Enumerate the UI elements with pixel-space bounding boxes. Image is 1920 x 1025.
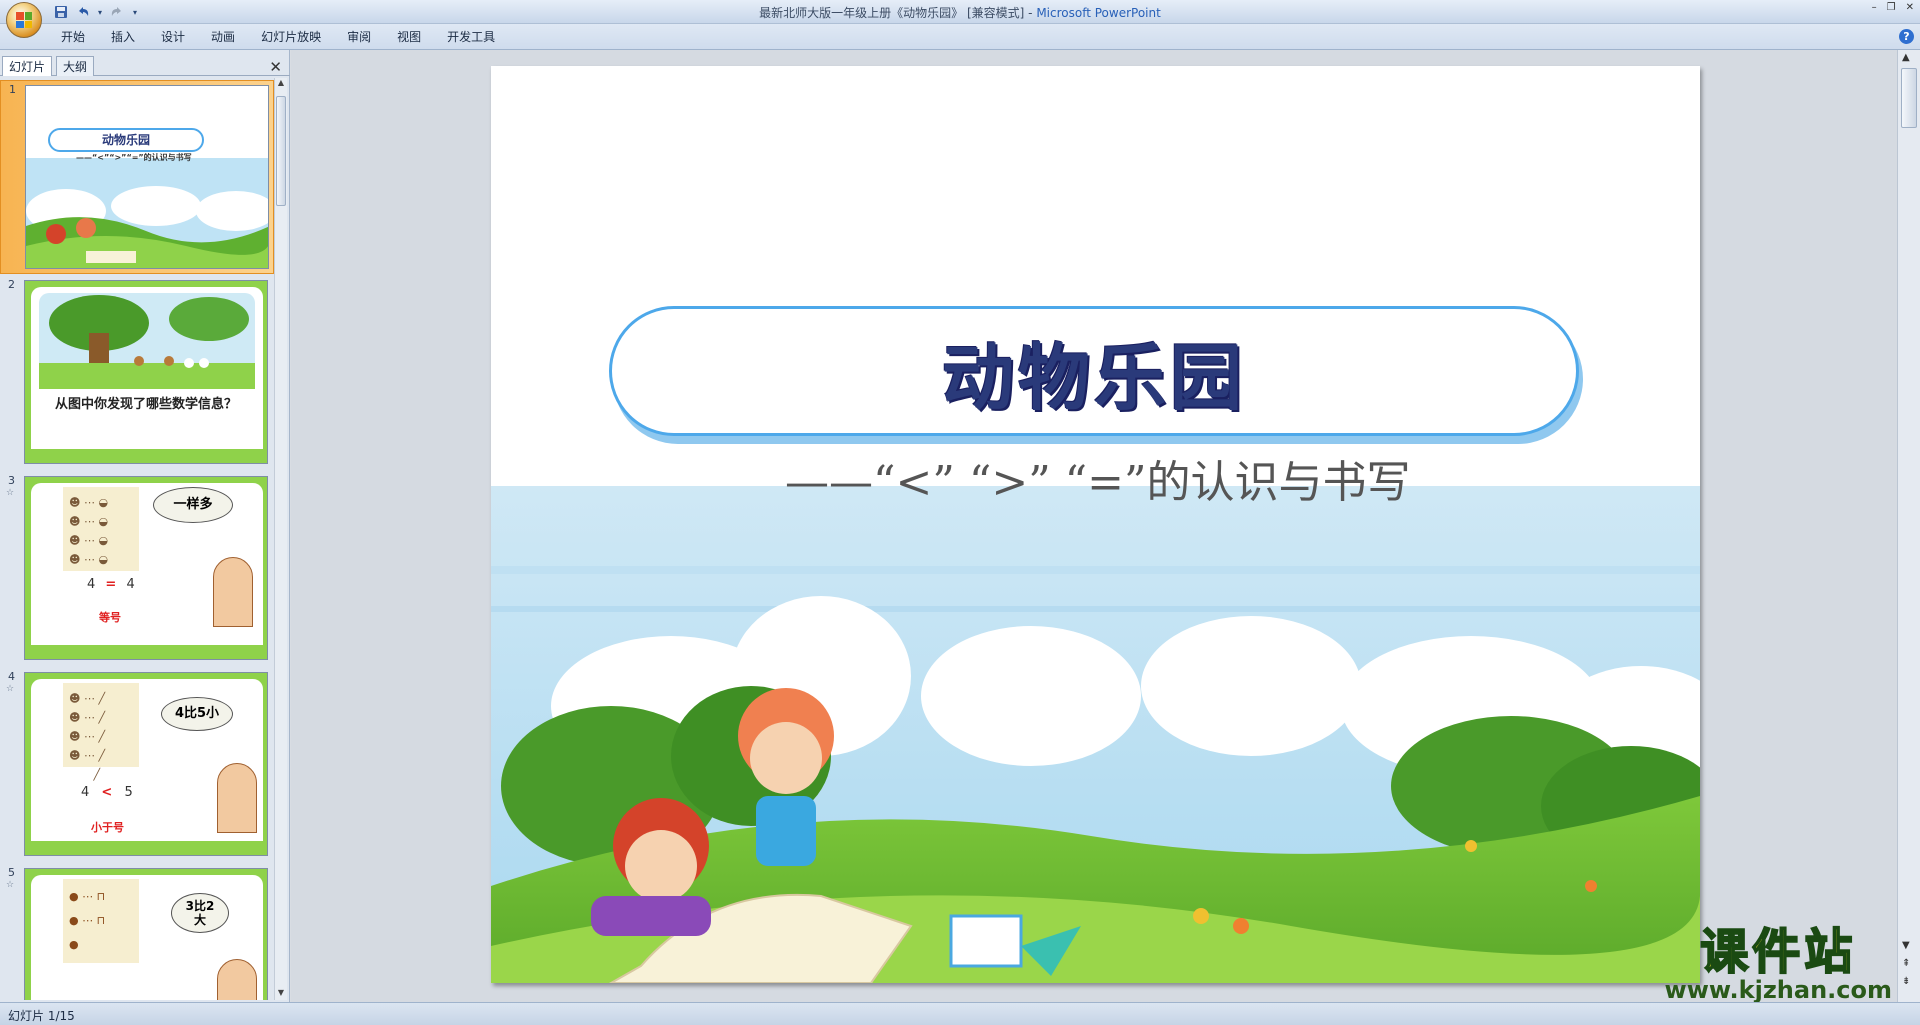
animation-star-icon: ☆	[6, 684, 15, 694]
forest-scene-art	[39, 293, 255, 389]
rabbit-basket-rows: ☻ ⋯ ◒ ☻ ⋯ ◒ ☻ ⋯ ◒ ☻ ⋯ ◒	[69, 496, 109, 566]
minimize-button[interactable]: –	[1872, 2, 1877, 13]
tab-insert[interactable]: 插入	[98, 28, 148, 46]
thought-bubble: 4比5小	[161, 697, 233, 731]
slide-2-preview: 从图中你发现了哪些数学信息？	[24, 280, 268, 464]
tab-developer[interactable]: 开发工具	[434, 28, 508, 46]
rabbit-carrot-rows: ☻ ⋯ ╱ ☻ ⋯ ╱ ☻ ⋯ ╱ ☻ ⋯ ╱ ╱	[69, 692, 106, 781]
tab-home[interactable]: 开始	[48, 28, 98, 46]
thumbnails-scrollbar[interactable]: ▲ ▼	[274, 78, 287, 1000]
next-slide-icon[interactable]: ⇟	[1902, 976, 1910, 987]
window-title: 最新北师大版一年级上册《动物乐园》 [兼容模式] - Microsoft Pow…	[759, 6, 1161, 20]
scroll-up-icon[interactable]: ▲	[275, 78, 287, 90]
scrollbar-thumb[interactable]	[276, 96, 286, 206]
compare-sign: =	[105, 577, 117, 592]
tab-slideshow[interactable]: 幻灯片放映	[248, 28, 334, 46]
mini-title: 动物乐园	[48, 128, 204, 152]
compare-right: 5	[124, 785, 133, 800]
window-controls: – ❐ ✕	[1872, 2, 1914, 13]
slide-5-preview: ● ⋯ ⊓ ● ⋯ ⊓ ● 3比2大	[24, 868, 268, 1000]
comparison: 4 < 5	[81, 785, 133, 800]
comparison: 4 = 4	[87, 577, 135, 592]
restore-button[interactable]: ❐	[1887, 2, 1896, 13]
slide-1-preview: 动物乐园 ——“<”“>”“=”的认识与书写	[25, 85, 269, 269]
ribbon-tabs: 开始 插入 设计 动画 幻灯片放映 审阅 视图 开发工具	[48, 28, 508, 46]
slide-background-art	[491, 486, 1700, 983]
current-slide[interactable]: 动物乐园 ——“<” “>” “=”的认识与书写	[491, 66, 1700, 983]
slides-pane: 幻灯片 大纲 ✕ 1 动物乐园 ——“<”“>”“=”的认识与书写 2 从图中你…	[0, 50, 290, 1002]
compare-left: 4	[87, 577, 96, 592]
slide-editor: 动物乐园 ——“<” “>” “=”的认识与书写	[291, 50, 1897, 1002]
slide-2-caption: 从图中你发现了哪些数学信息？	[55, 397, 238, 412]
mini-subtitle: ——“<”“>”“=”的认识与书写	[76, 153, 192, 162]
compare-sign: <	[101, 785, 113, 800]
slide-thumbnail-5[interactable]: 5 ☆ ● ⋯ ⊓ ● ⋯ ⊓ ● 3比2大	[0, 864, 274, 1000]
tab-animations[interactable]: 动画	[198, 28, 248, 46]
help-icon[interactable]: ?	[1899, 29, 1914, 44]
boy-character	[217, 763, 257, 833]
compare-left: 4	[81, 785, 90, 800]
slide-thumbnail-1[interactable]: 1 动物乐园 ——“<”“>”“=”的认识与书写	[0, 80, 274, 274]
slide-thumbnails: 1 动物乐园 ——“<”“>”“=”的认识与书写 2 从图中你发现了哪些数学信息…	[0, 78, 274, 1000]
slide-number: 1	[9, 83, 16, 96]
watermark-logo: 课件站 www.kjzhan.com	[1664, 924, 1892, 1004]
scroll-up-icon[interactable]: ▲	[1902, 52, 1910, 63]
slide-title: 动物乐园	[941, 335, 1246, 420]
editor-scrollbar[interactable]: ▲ ▼ ⇞ ⇟	[1897, 50, 1920, 1002]
scroll-down-icon[interactable]: ▼	[275, 988, 287, 1000]
thought-bubble: 3比2大	[171, 893, 229, 933]
tab-view[interactable]: 视图	[384, 28, 434, 46]
boy-character	[217, 959, 257, 1000]
slide-1-art	[26, 158, 268, 268]
editor-scrollbar-thumb[interactable]	[1901, 68, 1917, 128]
scroll-down-icon[interactable]: ▼	[1902, 940, 1910, 951]
app-name: Microsoft PowerPoint	[1036, 6, 1161, 20]
slide-4-preview: ☻ ⋯ ╱ ☻ ⋯ ╱ ☻ ⋯ ╱ ☻ ⋯ ╱ ╱ 4比5小 4 < 5 小于号	[24, 672, 268, 856]
watermark-url: www.kjzhan.com	[1664, 976, 1892, 1004]
tab-slides[interactable]: 幻灯片	[2, 56, 53, 76]
previous-slide-icon[interactable]: ⇞	[1902, 958, 1910, 969]
ribbon: 开始 插入 设计 动画 幻灯片放映 审阅 视图 开发工具 ?	[0, 24, 1920, 50]
watermark-main: 课件站	[1699, 924, 1857, 980]
pane-tabs: 幻灯片 大纲 ✕	[0, 54, 290, 76]
boy-character	[213, 557, 253, 627]
close-window-button[interactable]: ✕	[1906, 2, 1914, 13]
tab-review[interactable]: 审阅	[334, 28, 384, 46]
slide-number: 2	[8, 278, 15, 291]
slide-3-preview: ☻ ⋯ ◒ ☻ ⋯ ◒ ☻ ⋯ ◒ ☻ ⋯ ◒ 一样多 4 = 4 等号	[24, 476, 268, 660]
sign-name: 等号	[99, 611, 121, 624]
slide-subtitle[interactable]: ——“<” “>” “=”的认识与书写	[785, 446, 1411, 510]
slide-number: 3	[8, 474, 15, 487]
thought-bubble: 一样多	[153, 487, 233, 523]
monkey-swing-rows: ● ⋯ ⊓ ● ⋯ ⊓ ●	[69, 890, 106, 951]
powerpoint-window: ▾ ▾ 最新北师大版一年级上册《动物乐园》 [兼容模式] - Microsoft…	[0, 0, 1920, 1025]
office-button[interactable]	[6, 2, 42, 38]
tab-outline[interactable]: 大纲	[56, 56, 95, 76]
status-bar: 幻灯片 1/15	[0, 1002, 1920, 1025]
slide-thumbnail-2[interactable]: 2 从图中你发现了哪些数学信息？	[0, 276, 274, 470]
animation-star-icon: ☆	[6, 880, 15, 890]
title-bar: ▾ ▾ 最新北师大版一年级上册《动物乐园》 [兼容模式] - Microsoft…	[0, 0, 1920, 24]
slide-thumbnail-3[interactable]: 3 ☆ ☻ ⋯ ◒ ☻ ⋯ ◒ ☻ ⋯ ◒ ☻ ⋯ ◒ 一样多 4 = 4 等号	[0, 472, 274, 666]
tab-design[interactable]: 设计	[148, 28, 198, 46]
slide-indicator: 幻灯片 1/15	[8, 1009, 75, 1023]
document-title: 最新北师大版一年级上册《动物乐园》 [兼容模式]	[759, 6, 1025, 20]
title-placeholder[interactable]: 动物乐园	[609, 306, 1579, 436]
office-logo-icon	[16, 12, 32, 28]
slide-number: 4	[8, 670, 15, 683]
animation-star-icon: ☆	[6, 488, 15, 498]
slide-thumbnail-4[interactable]: 4 ☆ ☻ ⋯ ╱ ☻ ⋯ ╱ ☻ ⋯ ╱ ☻ ⋯ ╱ ╱ 4比5小 4 < 5 小于…	[0, 668, 274, 862]
slide-number: 5	[8, 866, 15, 879]
close-pane-icon[interactable]: ✕	[269, 58, 282, 76]
sign-name: 小于号	[91, 821, 124, 834]
compare-right: 4	[126, 577, 135, 592]
